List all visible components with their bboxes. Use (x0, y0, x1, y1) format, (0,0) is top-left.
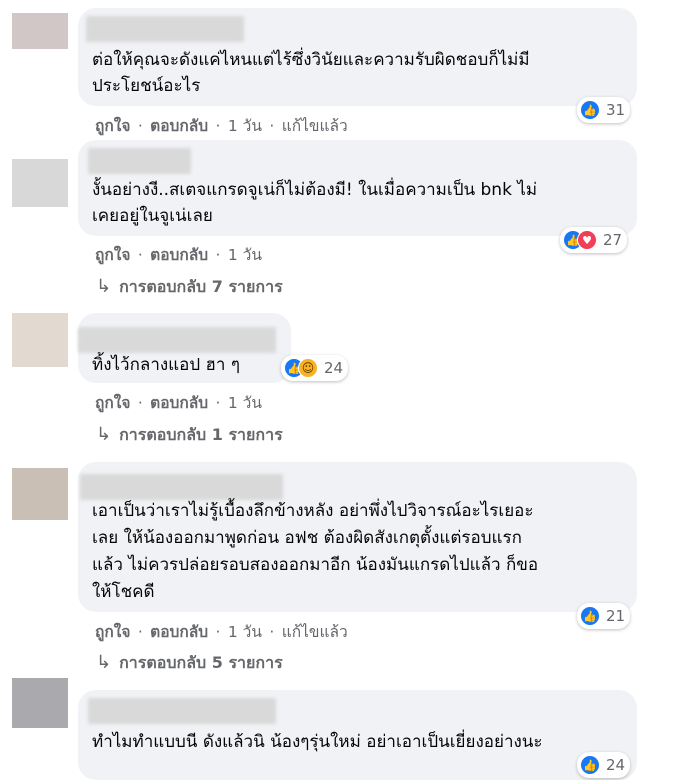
replies-count-label: การตอบกลับ 1 รายการ (119, 425, 283, 444)
comment-text-line: ต่อให้คุณจะดังแค่ไหนแต่ไร้ซึ่งวินัยและคว… (92, 50, 530, 70)
timestamp[interactable]: 1 วัน (228, 623, 262, 641)
author-name[interactable] (78, 327, 276, 353)
timestamp[interactable]: 1 วัน (228, 117, 262, 135)
reaction-count: 21 (606, 607, 626, 625)
comment-actions: ถูกใจ · ตอบกลับ · 1 วัน (95, 246, 262, 264)
avatar[interactable] (12, 313, 68, 367)
reply-button[interactable]: ตอบกลับ (150, 117, 208, 135)
reaction-summary[interactable]: 👍 31 (577, 97, 631, 123)
reaction-count: 27 (603, 231, 623, 249)
like-icon: 👍 (580, 755, 600, 775)
replies-count-label: การตอบกลับ 5 รายการ (119, 653, 283, 672)
reaction-summary[interactable]: 👍 ☺ 24 (281, 355, 349, 381)
view-replies-link[interactable]: ↳ การตอบกลับ 5 รายการ (96, 651, 283, 676)
avatar[interactable] (12, 13, 68, 49)
timestamp[interactable]: 1 วัน (228, 394, 262, 412)
reply-arrow-icon: ↳ (96, 652, 112, 673)
reply-arrow-icon: ↳ (96, 424, 112, 445)
comment-text-line: แล้ว ไม่ควรปล่อยรอบสองออกมาอีก น้องมันแก… (92, 555, 539, 575)
author-name[interactable] (86, 16, 244, 42)
comment-actions: ถูกใจ · ตอบกลับ · 1 วัน · แก้ไขแล้ว (95, 623, 348, 641)
comment-bubble: ทิ้งไว้กลางแอป ฮา ๆ (78, 313, 291, 383)
reply-arrow-icon: ↳ (96, 276, 112, 297)
reaction-count: 31 (606, 101, 626, 119)
replies-count-label: การตอบกลับ 7 รายการ (119, 277, 283, 296)
comment-bubble: ทำไมทำแบบนี ดังแล้วนิ น้องๆรุ่นใหม่ อย่า… (78, 690, 637, 780)
reaction-summary[interactable]: 👍 24 (577, 752, 631, 778)
comment-text-line: ทิ้งไว้กลางแอป ฮา ๆ (92, 355, 240, 375)
comment-text-line: ให้โชคดี (92, 582, 155, 602)
view-replies-link[interactable]: ↳ การตอบกลับ 1 รายการ (96, 423, 283, 448)
comment-bubble: งั้นอย่างงี..สเตจแกรดจูเน่ก็ไม่ต้องมี! ใ… (78, 140, 637, 236)
reply-button[interactable]: ตอบกลับ (150, 623, 208, 641)
avatar[interactable] (12, 468, 68, 520)
comment-text-line: เลย ให้น้องออกมาพูดก่อน อฟช ต้องผิดสังเก… (92, 528, 522, 548)
comment-text-line: ประโยชน์อะไร (92, 76, 201, 96)
reaction-count: 24 (606, 756, 626, 774)
haha-icon: ☺ (298, 358, 318, 378)
comment-text-line: เคยอยู่ในจูเน่เลย (92, 206, 213, 226)
like-button[interactable]: ถูกใจ (95, 623, 130, 641)
author-name[interactable] (88, 698, 276, 724)
comment-text-line: เอาเป็นว่าเราไม่รู้เบื้องลึกข้างหลัง อย่… (92, 501, 534, 521)
love-icon: ♥ (577, 230, 597, 250)
comment-text-line: ทำไมทำแบบนี ดังแล้วนิ น้องๆรุ่นใหม่ อย่า… (92, 732, 543, 752)
like-icon: 👍 (580, 100, 600, 120)
edited-label[interactable]: แก้ไขแล้ว (282, 117, 348, 135)
reply-button[interactable]: ตอบกลับ (150, 394, 208, 412)
like-icon: 👍 (580, 606, 600, 626)
reaction-count: 24 (324, 359, 344, 377)
like-button[interactable]: ถูกใจ (95, 394, 130, 412)
comment-bubble: ต่อให้คุณจะดังแค่ไหนแต่ไร้ซึ่งวินัยและคว… (78, 8, 637, 106)
reply-button[interactable]: ตอบกลับ (150, 246, 208, 264)
timestamp[interactable]: 1 วัน (228, 246, 262, 264)
avatar[interactable] (12, 159, 68, 207)
reaction-summary[interactable]: 👍 ♥ 27 (560, 227, 628, 253)
comment-text-line: งั้นอย่างงี..สเตจแกรดจูเน่ก็ไม่ต้องมี! ใ… (92, 180, 538, 200)
author-name[interactable] (88, 148, 191, 174)
like-button[interactable]: ถูกใจ (95, 117, 130, 135)
like-button[interactable]: ถูกใจ (95, 246, 130, 264)
edited-label[interactable]: แก้ไขแล้ว (282, 623, 348, 641)
view-replies-link[interactable]: ↳ การตอบกลับ 7 รายการ (96, 275, 283, 300)
comment-actions: ถูกใจ · ตอบกลับ · 1 วัน (95, 394, 262, 412)
avatar[interactable] (12, 678, 68, 728)
reaction-summary[interactable]: 👍 21 (577, 603, 631, 629)
comment-actions: ถูกใจ · ตอบกลับ · 1 วัน · แก้ไขแล้ว (95, 117, 348, 135)
comment-bubble: เอาเป็นว่าเราไม่รู้เบื้องลึกข้างหลัง อย่… (78, 462, 637, 612)
